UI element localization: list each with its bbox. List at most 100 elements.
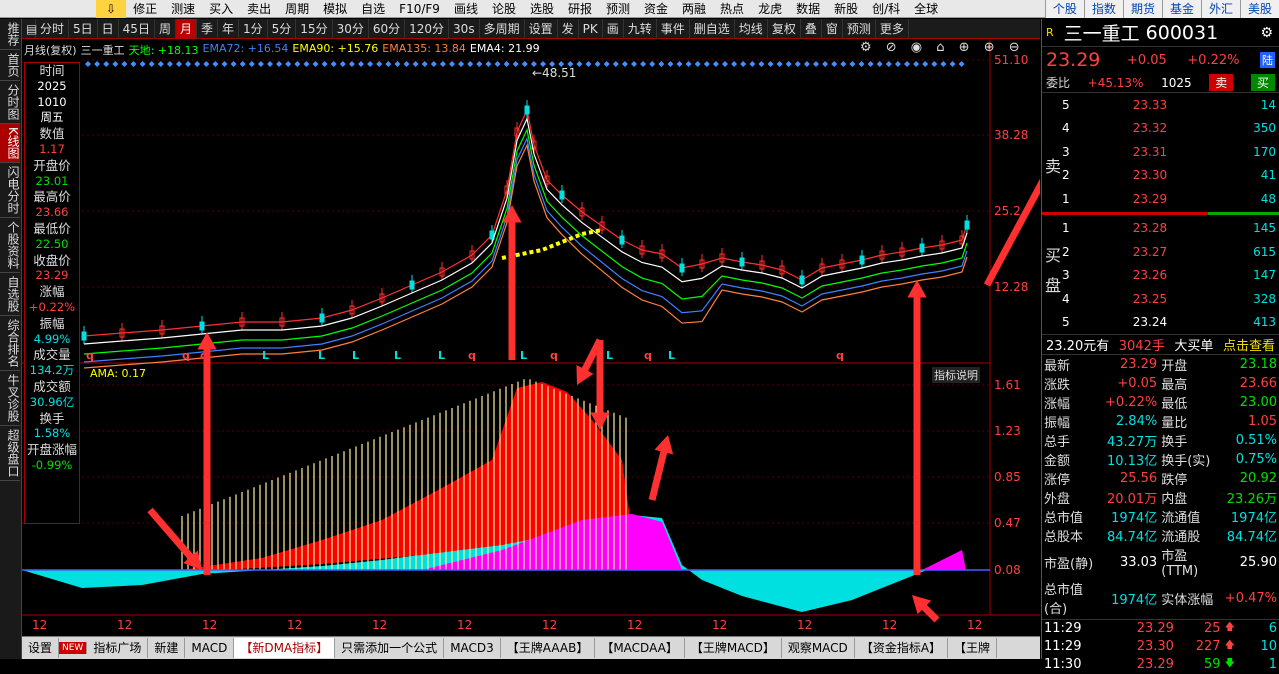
leftnav-item[interactable]: 首页 <box>0 50 20 81</box>
gear-icon[interactable]: ⚙ <box>1260 25 1273 41</box>
top-menu-item[interactable]: F10/F9 <box>392 0 447 18</box>
period-button[interactable]: 更多 <box>876 18 909 39</box>
indicator-tab[interactable]: MACD <box>185 638 235 658</box>
bid-row[interactable]: 3 23.26 147 <box>1058 264 1279 288</box>
leftnav-item[interactable]: K线图 <box>0 124 20 163</box>
market-tab[interactable]: 期货 <box>1122 0 1162 18</box>
leftnav-item[interactable]: 推荐 <box>0 19 20 50</box>
top-menu-item[interactable]: 画线 <box>447 0 485 18</box>
top-menu-item[interactable]: 龙虎 <box>751 0 789 18</box>
top-menu-item[interactable]: 周期 <box>278 0 316 18</box>
leftnav-item[interactable]: 超级盘口 <box>0 426 20 481</box>
top-menu-item[interactable]: 研报 <box>561 0 599 18</box>
market-tab[interactable]: 个股 <box>1044 0 1084 18</box>
big-order-link[interactable]: 点击查看 <box>1223 335 1275 354</box>
period-button[interactable]: 月 <box>175 18 197 39</box>
ask-row[interactable]: 2 23.30 41 <box>1058 164 1279 188</box>
top-menu-item[interactable]: 卖出 <box>240 0 278 18</box>
period-button[interactable]: 复权 <box>768 18 801 39</box>
period-button[interactable]: 分时 <box>36 18 70 39</box>
market-tab[interactable]: 指数 <box>1083 0 1123 18</box>
period-button[interactable]: 5分 <box>268 18 297 39</box>
leftnav-item[interactable]: 闪电分时 <box>0 163 20 218</box>
leftnav-item[interactable]: 牛叉诊股 <box>0 371 20 426</box>
indicator-tab[interactable]: 【王牌AAAB】 <box>501 638 596 658</box>
top-menu-item[interactable]: 两融 <box>675 0 713 18</box>
period-button[interactable]: PK <box>579 18 603 39</box>
top-menu-item[interactable]: 全球 <box>907 0 945 18</box>
period-button[interactable]: 5日 <box>69 18 98 39</box>
chart-tool-icons[interactable]: ⚙ ⊘ ◉ ⌂ ⊕ ⊕ ⊖ <box>860 40 1025 55</box>
period-button[interactable]: 发 <box>558 18 579 39</box>
market-tab[interactable]: 基金 <box>1161 0 1201 18</box>
top-menu-item[interactable]: 资金 <box>637 0 675 18</box>
indicator-tab[interactable]: 观察MACD <box>782 638 855 658</box>
bid-row[interactable]: 1 23.28 145 <box>1058 217 1279 241</box>
period-button[interactable]: 画 <box>603 18 624 39</box>
top-menu-item[interactable]: 新股 <box>827 0 865 18</box>
period-button[interactable]: 60分 <box>369 18 406 39</box>
indicator-tab[interactable]: 【资金指标A】 <box>855 638 949 658</box>
indicator-tab[interactable]: MACD3 <box>444 638 501 658</box>
indicator-help-button[interactable]: 指标说明 <box>932 367 980 383</box>
leftnav-item[interactable]: 自选股 <box>0 273 20 316</box>
market-tab[interactable]: 美股 <box>1239 0 1279 18</box>
buy-button[interactable]: 买 <box>1250 74 1275 91</box>
period-button[interactable]: 九转 <box>624 18 657 39</box>
period-button[interactable]: 设置 <box>525 18 558 39</box>
leftnav-item[interactable]: 分时图 <box>0 81 20 124</box>
period-button[interactable]: 预测 <box>843 18 876 39</box>
top-menu-item[interactable]: 论股 <box>485 0 523 18</box>
y-tick-label: 0.85 <box>994 470 1021 484</box>
back-icon[interactable]: ⇩ <box>96 0 127 18</box>
period-button[interactable]: 15分 <box>296 18 333 39</box>
big-order-bar[interactable]: 23.20元有 3042手 大买单 点击查看 <box>1042 334 1279 354</box>
indicator-tab[interactable]: 【新DMA指标】 <box>234 638 336 658</box>
period-button[interactable]: 周 <box>155 18 176 39</box>
period-button[interactable]: 30s <box>449 18 480 39</box>
period-button[interactable]: 季 <box>197 18 218 39</box>
period-button[interactable]: 日 <box>98 18 119 39</box>
chart-area[interactable]: 51.10 38.28 25.2 12.28 1.61 1.23 0.85 0.47 0.08 1… <box>22 40 1040 635</box>
period-button[interactable]: 事件 <box>657 18 690 39</box>
sell-button[interactable]: 卖 <box>1209 74 1234 91</box>
period-button[interactable]: 30分 <box>333 18 369 39</box>
top-menu-item[interactable]: 预测 <box>599 0 637 18</box>
ask-row[interactable]: 3 23.31 170 <box>1058 140 1279 164</box>
top-menu-item[interactable]: 测速 <box>164 0 202 18</box>
period-button[interactable]: 年 <box>218 18 240 39</box>
top-menu-item[interactable]: 修正 <box>126 0 164 18</box>
period-button[interactable]: 窗 <box>822 18 843 39</box>
indicator-tab[interactable]: 指标广场 <box>87 638 149 658</box>
ask-row[interactable]: 1 23.29 48 <box>1058 187 1279 211</box>
indicator-tab[interactable]: 设置 <box>22 638 60 658</box>
top-menu-item[interactable]: 自选 <box>354 0 392 18</box>
indicator-tab[interactable]: 新建 <box>148 638 186 658</box>
period-button[interactable]: 45日 <box>119 18 155 39</box>
indicator-tab[interactable]: 【王牌 <box>948 638 998 658</box>
indicator-tab[interactable]: 只需添加一个公式 <box>335 638 445 658</box>
period-button[interactable]: 120分 <box>405 18 450 39</box>
period-button[interactable]: 均线 <box>735 18 768 39</box>
period-button[interactable]: 多周期 <box>480 18 525 39</box>
top-menu-item[interactable]: 创/科 <box>865 0 907 18</box>
market-tab[interactable]: 外汇 <box>1200 0 1240 18</box>
indicator-tab[interactable]: 【MACDAA】 <box>595 638 685 658</box>
period-button[interactable]: 叠 <box>801 18 822 39</box>
top-menu-item[interactable]: 模拟 <box>316 0 354 18</box>
indicator-tab[interactable]: 【王牌MACD】 <box>685 638 782 658</box>
period-button[interactable]: 删自选 <box>690 18 735 39</box>
bid-row[interactable]: 2 23.27 615 <box>1058 240 1279 264</box>
ask-row[interactable]: 4 23.32 350 <box>1058 117 1279 141</box>
top-menu-item[interactable]: 数据 <box>789 0 827 18</box>
top-menu-item[interactable]: 热点 <box>713 0 751 18</box>
top-menu-item[interactable]: 买入 <box>202 0 240 18</box>
top-menu-item[interactable]: 选股 <box>523 0 561 18</box>
period-button[interactable]: 1分 <box>239 18 268 39</box>
leftnav-item[interactable]: 综合排名 <box>0 316 20 371</box>
bid-row[interactable]: 5 23.24 413 <box>1058 311 1279 335</box>
chart-menu-icon[interactable]: ▤ <box>22 18 37 39</box>
ask-row[interactable]: 5 23.33 14 <box>1058 93 1279 117</box>
bid-row[interactable]: 4 23.25 328 <box>1058 287 1279 311</box>
leftnav-item[interactable]: 个股资料 <box>0 218 20 273</box>
